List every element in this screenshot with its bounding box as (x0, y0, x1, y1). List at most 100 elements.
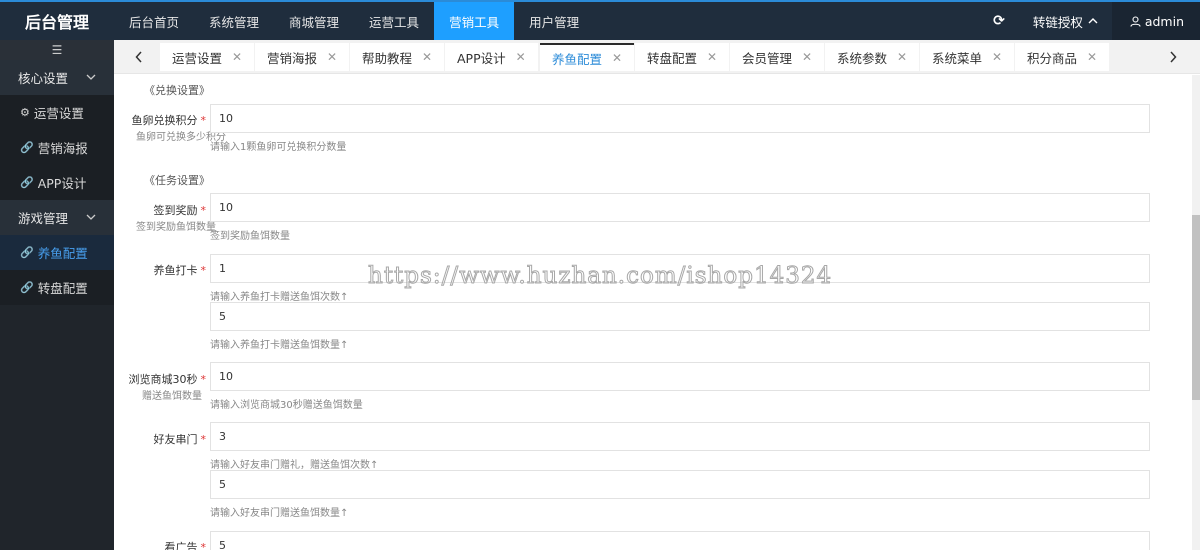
sidebar-toggle[interactable]: ☰ (0, 40, 114, 60)
user-icon (1130, 15, 1141, 27)
field-hint-egg: 请输入1颗鱼卵可兑换积分数量 (210, 142, 347, 153)
tabs-scroll-right-button[interactable] (1158, 40, 1188, 74)
chevron-right-icon (1170, 51, 1177, 63)
field-label-visit: 好友串门 * (94, 431, 207, 447)
required-mark: * (200, 204, 207, 217)
field-hint-visit-times: 请输入好友串门赠礼，赠送鱼饵次数↑ (210, 460, 379, 471)
sidebar-item-marketing-poster[interactable]: 🔗 营销海报 (0, 130, 114, 165)
close-icon[interactable]: ✕ (992, 50, 1002, 64)
sidebar-item-label: 营销海报 (37, 141, 88, 156)
topnav-users[interactable]: 用户管理 (514, 2, 594, 40)
section-title-exchange: 《兑换设置》 (144, 84, 210, 97)
field-sub-browse: 赠送鱼饵数量 (142, 391, 202, 402)
close-icon[interactable]: ✕ (232, 50, 242, 64)
tab-member-management[interactable]: 会员管理 ✕ (730, 43, 825, 71)
close-icon[interactable]: ✕ (802, 50, 812, 64)
tab-label: 会员管理 (742, 50, 793, 66)
topnav-marketing[interactable]: 营销工具 (434, 2, 515, 40)
required-mark: * (200, 433, 207, 446)
link-icon: 🔗 (20, 281, 34, 294)
scroll-thumb[interactable] (1192, 215, 1200, 400)
tab-label: 运营设置 (172, 50, 223, 66)
top-bar: 后台管理 后台首页 系统管理 商城管理 运营工具 营销工具 用户管理 ⟳ 转链授… (0, 0, 1200, 40)
sidebar-item-label: APP设计 (37, 176, 87, 191)
field-hint-visit-amount: 请输入好友串门赠送鱼饵数量↑ (210, 508, 349, 519)
chevron-down-icon (86, 74, 96, 80)
tab-label: 营销海报 (267, 50, 318, 66)
close-icon[interactable]: ✕ (707, 50, 717, 64)
chevron-up-icon (1088, 18, 1098, 24)
required-mark: * (200, 114, 207, 127)
required-mark: * (200, 541, 207, 550)
tab-label: 系统菜单 (932, 50, 983, 66)
top-right: ⟳ 转链授权 admin (979, 2, 1200, 40)
sidebar-item-app-design[interactable]: 🔗 APP设计 (0, 165, 114, 200)
ad-reward-input[interactable]: 5 (210, 531, 1150, 550)
field-hint-browse: 请输入浏览商城30秒赠送鱼饵数量 (210, 400, 363, 411)
refresh-button[interactable]: ⟳ (979, 2, 1019, 40)
close-icon[interactable]: ✕ (897, 50, 907, 64)
sidebar-group-label: 核心设置 (18, 71, 69, 86)
browse-reward-input[interactable]: 10 (210, 362, 1150, 391)
field-label-browse: 浏览商城30秒 * (94, 371, 207, 387)
field-label-checkin: 养鱼打卡 * (94, 262, 207, 278)
auth-menu[interactable]: 转链授权 (1019, 2, 1112, 40)
sidebar-group-core[interactable]: 核心设置 (0, 60, 114, 95)
checkin-amount-input[interactable]: 5 (210, 302, 1150, 331)
label-text: 养鱼打卡 (153, 264, 198, 277)
content-scrollbar[interactable] (1192, 75, 1200, 550)
tab-label: 积分商品 (1027, 50, 1078, 66)
tab-operation-settings[interactable]: 运营设置 ✕ (160, 43, 255, 71)
signin-reward-input[interactable]: 10 (210, 193, 1150, 222)
link-icon: 🔗 (20, 246, 34, 259)
label-text: 看广告 (164, 541, 198, 550)
gear-icon: ⚙ (20, 106, 30, 119)
label-text: 签到奖励 (153, 204, 198, 217)
topnav-system[interactable]: 系统管理 (194, 2, 274, 40)
egg-points-input[interactable]: 10 (210, 104, 1150, 133)
close-icon[interactable]: ✕ (516, 50, 526, 64)
user-label: admin (1144, 13, 1184, 29)
topnav-operation[interactable]: 运营工具 (354, 2, 434, 40)
tab-label: APP设计 (457, 50, 506, 66)
auth-label: 转链授权 (1032, 14, 1083, 30)
menu-toggle-icon: ☰ (51, 43, 63, 57)
field-label-ad: 看广告 * (94, 539, 207, 550)
tab-points-goods[interactable]: 积分商品 ✕ (1015, 43, 1110, 71)
close-icon[interactable]: ✕ (1087, 50, 1097, 64)
sidebar-item-label: 养鱼配置 (37, 246, 88, 261)
tab-label: 帮助教程 (362, 50, 413, 66)
visit-times-input[interactable]: 3 (210, 422, 1150, 451)
visit-amount-input[interactable]: 5 (210, 470, 1150, 499)
topnav-home[interactable]: 后台首页 (114, 2, 194, 40)
watermark-text: https://www.huzhan.com/ishop14324 (367, 263, 833, 290)
field-label-egg: 鱼卵兑换积分 * (94, 112, 207, 128)
tab-fish-config[interactable]: 养鱼配置 ✕ (540, 43, 635, 71)
refresh-icon: ⟳ (993, 13, 1005, 29)
field-hint-checkin-amount: 请输入养鱼打卡赠送鱼饵数量↑ (210, 340, 349, 351)
tab-label: 养鱼配置 (552, 51, 603, 67)
close-icon[interactable]: ✕ (612, 51, 622, 65)
tabs-scroll-left-button[interactable] (124, 40, 154, 74)
field-hint-signin: 签到奖励鱼饵数量 (210, 231, 290, 242)
required-mark: * (200, 264, 207, 277)
app-title: 后台管理 (24, 13, 89, 32)
tab-label: 系统参数 (837, 50, 888, 66)
tabs-bar: 运营设置 ✕ 营销海报 ✕ 帮助教程 ✕ APP设计 ✕ 养鱼配置 ✕ 转盘配置 ✕ 会员管… (114, 40, 1200, 74)
tab-wheel-config[interactable]: 转盘配置 ✕ (635, 43, 730, 71)
user-menu[interactable]: admin (1111, 2, 1200, 40)
sidebar-item-label: 转盘配置 (37, 281, 88, 296)
tab-app-design[interactable]: APP设计 ✕ (445, 43, 538, 71)
sidebar-item-label: 运营设置 (33, 106, 84, 121)
tab-system-menu[interactable]: 系统菜单 ✕ (920, 43, 1015, 71)
field-label-signin: 签到奖励 * (94, 202, 207, 218)
close-icon[interactable]: ✕ (422, 50, 432, 64)
close-icon[interactable]: ✕ (327, 50, 337, 64)
required-mark: * (200, 373, 207, 386)
field-sub-signin: 签到奖励鱼饵数量 (136, 222, 216, 233)
topnav-mall[interactable]: 商城管理 (274, 2, 354, 40)
tab-system-params[interactable]: 系统参数 ✕ (825, 43, 920, 71)
tab-marketing-poster[interactable]: 营销海报 ✕ (255, 43, 350, 71)
tab-help[interactable]: 帮助教程 ✕ (350, 43, 445, 71)
field-hint-checkin-times: 请输入养鱼打卡赠送鱼饵次数↑ (210, 292, 349, 303)
